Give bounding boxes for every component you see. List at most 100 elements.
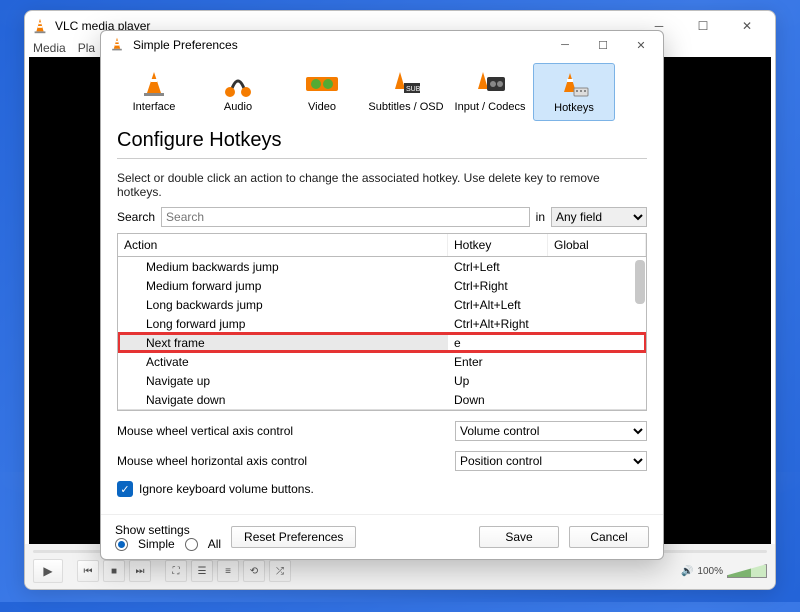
tab-hotkeys[interactable]: Hotkeys xyxy=(533,63,615,121)
hotkey-value: Ctrl+Right xyxy=(448,278,548,294)
extended-settings-button[interactable]: ☰ xyxy=(191,560,213,582)
tab-video[interactable]: Video xyxy=(281,63,363,121)
close-button[interactable]: ✕ xyxy=(725,12,769,40)
cancel-button[interactable]: Cancel xyxy=(569,526,649,548)
loop-button[interactable]: ⟲ xyxy=(243,560,265,582)
interface-icon xyxy=(134,67,174,101)
audio-icon xyxy=(218,67,258,101)
hotkey-global xyxy=(548,399,646,401)
tab-input-codecs[interactable]: Input / Codecs xyxy=(449,63,531,121)
preferences-tabs: Interface Audio Video SUB Subtitles / OS… xyxy=(101,59,663,121)
hotkey-row[interactable]: Medium forward jumpCtrl+Right xyxy=(118,276,646,295)
pref-minimize-button[interactable]: ─ xyxy=(547,33,583,57)
hotkey-row[interactable]: Long forward jumpCtrl+Alt+Right xyxy=(118,314,646,333)
hotkey-value: Up xyxy=(448,373,548,389)
column-hotkey[interactable]: Hotkey xyxy=(448,234,548,256)
preferences-titlebar[interactable]: Simple Preferences ─ ☐ ✕ xyxy=(101,31,663,59)
vertical-scrollbar[interactable] xyxy=(635,260,645,304)
mute-icon[interactable]: 🔊 xyxy=(681,566,693,577)
ignore-kb-checkbox[interactable]: ✓ xyxy=(117,481,133,497)
preferences-heading: Configure Hotkeys xyxy=(117,127,647,159)
hotkey-row[interactable]: Long backwards jumpCtrl+Alt+Left xyxy=(118,295,646,314)
hotkey-action: Next frame xyxy=(118,335,448,351)
tab-hotkeys-label: Hotkeys xyxy=(554,102,594,114)
radio-simple[interactable] xyxy=(115,538,128,551)
hotkey-value: e xyxy=(448,335,548,351)
tab-interface-label: Interface xyxy=(133,101,176,113)
stop-button[interactable]: ■ xyxy=(103,560,125,582)
video-icon xyxy=(302,67,342,101)
ignore-kb-label: Ignore keyboard volume buttons. xyxy=(139,482,314,496)
tab-codecs-label: Input / Codecs xyxy=(455,101,526,113)
column-action[interactable]: Action xyxy=(118,234,448,256)
hotkey-global xyxy=(548,285,646,287)
radio-all-label: All xyxy=(208,537,221,551)
pref-close-button[interactable]: ✕ xyxy=(623,33,659,57)
hotkey-action: Long forward jump xyxy=(118,316,448,332)
next-track-button[interactable]: ⏭ xyxy=(129,560,151,582)
playlist-button[interactable]: ≡ xyxy=(217,560,239,582)
mouse-horizontal-label: Mouse wheel horizontal axis control xyxy=(117,454,447,468)
hotkey-row[interactable]: ActivateEnter xyxy=(118,352,646,371)
pref-maximize-button[interactable]: ☐ xyxy=(585,33,621,57)
hotkey-row[interactable]: Navigate upUp xyxy=(118,371,646,390)
hotkey-row[interactable]: Navigate downDown xyxy=(118,390,646,409)
prev-track-button[interactable]: ⏮ xyxy=(77,560,99,582)
maximize-button[interactable]: ☐ xyxy=(681,12,725,40)
search-field-select[interactable]: Any field xyxy=(551,207,647,227)
hotkey-action: Long backwards jump xyxy=(118,297,448,313)
play-button[interactable]: ▶ xyxy=(33,559,63,583)
mouse-horizontal-select[interactable]: Position control xyxy=(455,451,647,471)
volume-slider[interactable] xyxy=(727,564,767,578)
tab-video-label: Video xyxy=(308,101,336,113)
in-label: in xyxy=(536,210,545,224)
hotkey-action: Medium backwards jump xyxy=(118,259,448,275)
menu-media[interactable]: Media xyxy=(33,41,66,55)
preferences-title-text: Simple Preferences xyxy=(133,38,547,52)
preferences-footer: Show settings Simple All Reset Preferenc… xyxy=(101,514,663,559)
hotkey-global xyxy=(548,380,646,382)
preferences-hint: Select or double click an action to chan… xyxy=(117,171,647,199)
hotkey-global xyxy=(548,266,646,268)
hotkey-global xyxy=(548,323,646,325)
codecs-icon xyxy=(470,67,510,101)
hotkey-action: Navigate down xyxy=(118,392,448,408)
menu-playback[interactable]: Pla xyxy=(78,41,95,55)
save-button[interactable]: Save xyxy=(479,526,559,548)
hotkey-global xyxy=(548,342,646,344)
hotkey-row[interactable]: Next framee xyxy=(118,333,646,352)
hotkey-value: Enter xyxy=(448,354,548,370)
show-settings-label: Show settings xyxy=(115,523,221,537)
column-global[interactable]: Global xyxy=(548,234,646,256)
hotkey-action: Medium forward jump xyxy=(118,278,448,294)
radio-all[interactable] xyxy=(185,538,198,551)
tab-subtitles[interactable]: SUB Subtitles / OSD xyxy=(365,63,447,121)
subtitles-icon: SUB xyxy=(386,67,426,101)
hotkey-global xyxy=(548,304,646,306)
hotkey-table-header[interactable]: Action Hotkey Global xyxy=(118,234,646,257)
hotkey-table: Action Hotkey Global Medium backwards ju… xyxy=(117,233,647,411)
reset-preferences-button[interactable]: Reset Preferences xyxy=(231,526,356,548)
vlc-cone-icon xyxy=(109,36,127,54)
tab-audio[interactable]: Audio xyxy=(197,63,279,121)
preferences-dialog: Simple Preferences ─ ☐ ✕ Interface Audio… xyxy=(100,30,664,560)
tab-interface[interactable]: Interface xyxy=(113,63,195,121)
svg-text:SUB: SUB xyxy=(406,86,421,93)
horizontal-scrollbar[interactable] xyxy=(118,409,646,411)
tab-audio-label: Audio xyxy=(224,101,252,113)
hotkeys-icon xyxy=(554,68,594,102)
vlc-cone-icon xyxy=(31,17,49,35)
mouse-vertical-label: Mouse wheel vertical axis control xyxy=(117,424,447,438)
hotkey-value: Down xyxy=(448,392,548,408)
search-label: Search xyxy=(117,210,155,224)
hotkey-global xyxy=(548,361,646,363)
hotkey-value: Ctrl+Left xyxy=(448,259,548,275)
hotkey-value: Ctrl+Alt+Right xyxy=(448,316,548,332)
mouse-vertical-select[interactable]: Volume control xyxy=(455,421,647,441)
tab-subtitles-label: Subtitles / OSD xyxy=(368,101,443,113)
shuffle-button[interactable]: ⤮ xyxy=(269,560,291,582)
search-input[interactable] xyxy=(161,207,530,227)
hotkey-row[interactable]: Medium backwards jumpCtrl+Left xyxy=(118,257,646,276)
hotkey-value: Ctrl+Alt+Left xyxy=(448,297,548,313)
fullscreen-button[interactable]: ⛶ xyxy=(165,560,187,582)
